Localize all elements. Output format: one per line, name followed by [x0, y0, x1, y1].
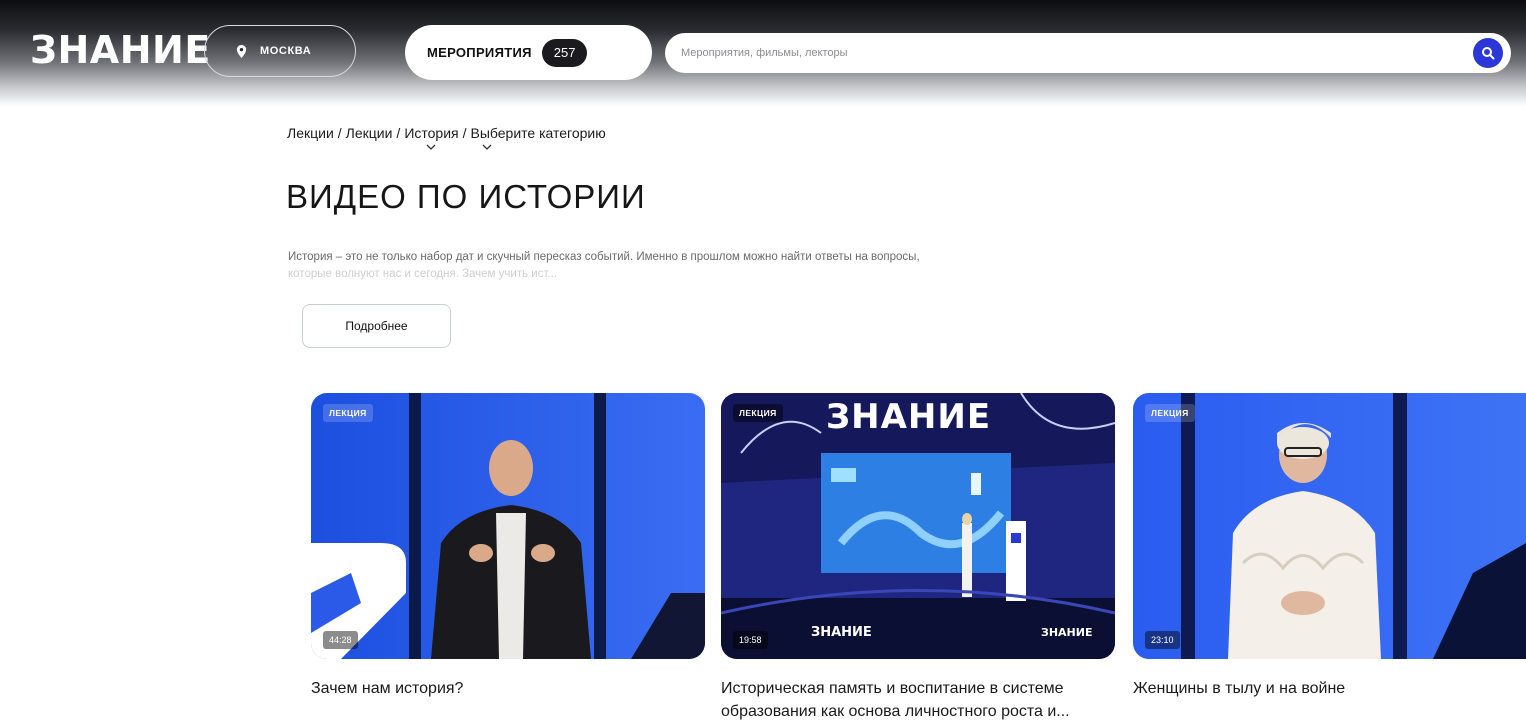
video-duration: 23:10: [1145, 631, 1180, 649]
events-label: МЕРОПРИЯТИЯ: [427, 45, 532, 60]
svg-text:ЗНАНИЕ: ЗНАНИЕ: [811, 625, 872, 640]
chevron-down-icon: [426, 144, 436, 150]
video-thumbnail-image: [311, 393, 705, 659]
video-thumbnail[interactable]: ЛЕКЦИЯ 23:10: [1133, 393, 1526, 659]
breadcrumb-item-lectures-sub[interactable]: Лекции: [346, 125, 393, 141]
site-logo[interactable]: ЗНАНИЕ: [30, 28, 211, 72]
video-title[interactable]: Зачем нам история?: [311, 677, 711, 700]
city-selector[interactable]: МОСКВА: [204, 25, 356, 77]
video-thumbnail-image: [1133, 393, 1526, 659]
breadcrumb-item-category-label: Выберите категорию: [470, 125, 606, 141]
video-duration: 19:58: [733, 631, 768, 649]
video-thumbnail[interactable]: ЗНАНИЕ ЗНАНИЕ ЗНАНИЕ ЛЕКЦИЯ 19:58: [721, 393, 1115, 659]
location-pin-icon: [236, 44, 247, 58]
video-duration: 44:28: [323, 631, 358, 649]
thumbnail-logo-text: ЗНАНИЕ: [826, 397, 992, 437]
page-title: ВИДЕО ПО ИСТОРИИ: [286, 178, 646, 215]
events-count-badge: 257: [541, 38, 588, 67]
video-card[interactable]: ЛЕКЦИЯ 23:10 Женщины в тылу и на войне: [1133, 393, 1526, 700]
breadcrumb-separator: /: [337, 125, 342, 141]
breadcrumb-separator: /: [462, 125, 467, 141]
breadcrumb-separator: /: [396, 125, 401, 141]
breadcrumb-item-history-label: История: [404, 125, 459, 141]
video-type-badge: ЛЕКЦИЯ: [323, 404, 373, 422]
video-type-badge: ЛЕКЦИЯ: [733, 404, 783, 422]
breadcrumb-item-history[interactable]: История: [404, 125, 459, 150]
video-type-badge: ЛЕКЦИЯ: [1145, 404, 1195, 422]
more-button[interactable]: Подробнее: [302, 304, 451, 348]
search-button[interactable]: [1473, 38, 1503, 68]
events-button[interactable]: МЕРОПРИЯТИЯ 257: [405, 25, 652, 80]
city-label: МОСКВА: [260, 45, 312, 57]
video-title[interactable]: Женщины в тылу и на войне: [1133, 677, 1526, 700]
search-bar: [665, 33, 1511, 73]
description-text: История – это не только набор дат и скуч…: [288, 251, 920, 263]
page-description: История – это не только набор дат и скуч…: [288, 249, 1088, 283]
site-header: ЗНАНИЕ МОСКВА МЕРОПРИЯТИЯ 257: [0, 0, 1526, 106]
chevron-down-icon: [482, 144, 491, 150]
video-thumbnail[interactable]: ЛЕКЦИЯ 44:28: [311, 393, 705, 659]
breadcrumb: Лекции / Лекции / История / Выберите кат…: [287, 125, 606, 150]
search-input[interactable]: [681, 47, 1441, 59]
search-icon: [1482, 47, 1495, 60]
svg-text:ЗНАНИЕ: ЗНАНИЕ: [1041, 626, 1092, 639]
video-card[interactable]: ЗНАНИЕ ЗНАНИЕ ЗНАНИЕ ЛЕКЦИЯ 19:58 Истори…: [721, 393, 1121, 723]
description-text-faded: которые волнуют нас и сегодня. Зачем учи…: [288, 268, 558, 280]
breadcrumb-item-category[interactable]: Выберите категорию: [470, 125, 606, 150]
breadcrumb-item-lectures[interactable]: Лекции: [287, 125, 334, 141]
video-title[interactable]: Историческая память и воспитание в систе…: [721, 677, 1121, 723]
video-card[interactable]: ЛЕКЦИЯ 44:28 Зачем нам история?: [311, 393, 711, 700]
